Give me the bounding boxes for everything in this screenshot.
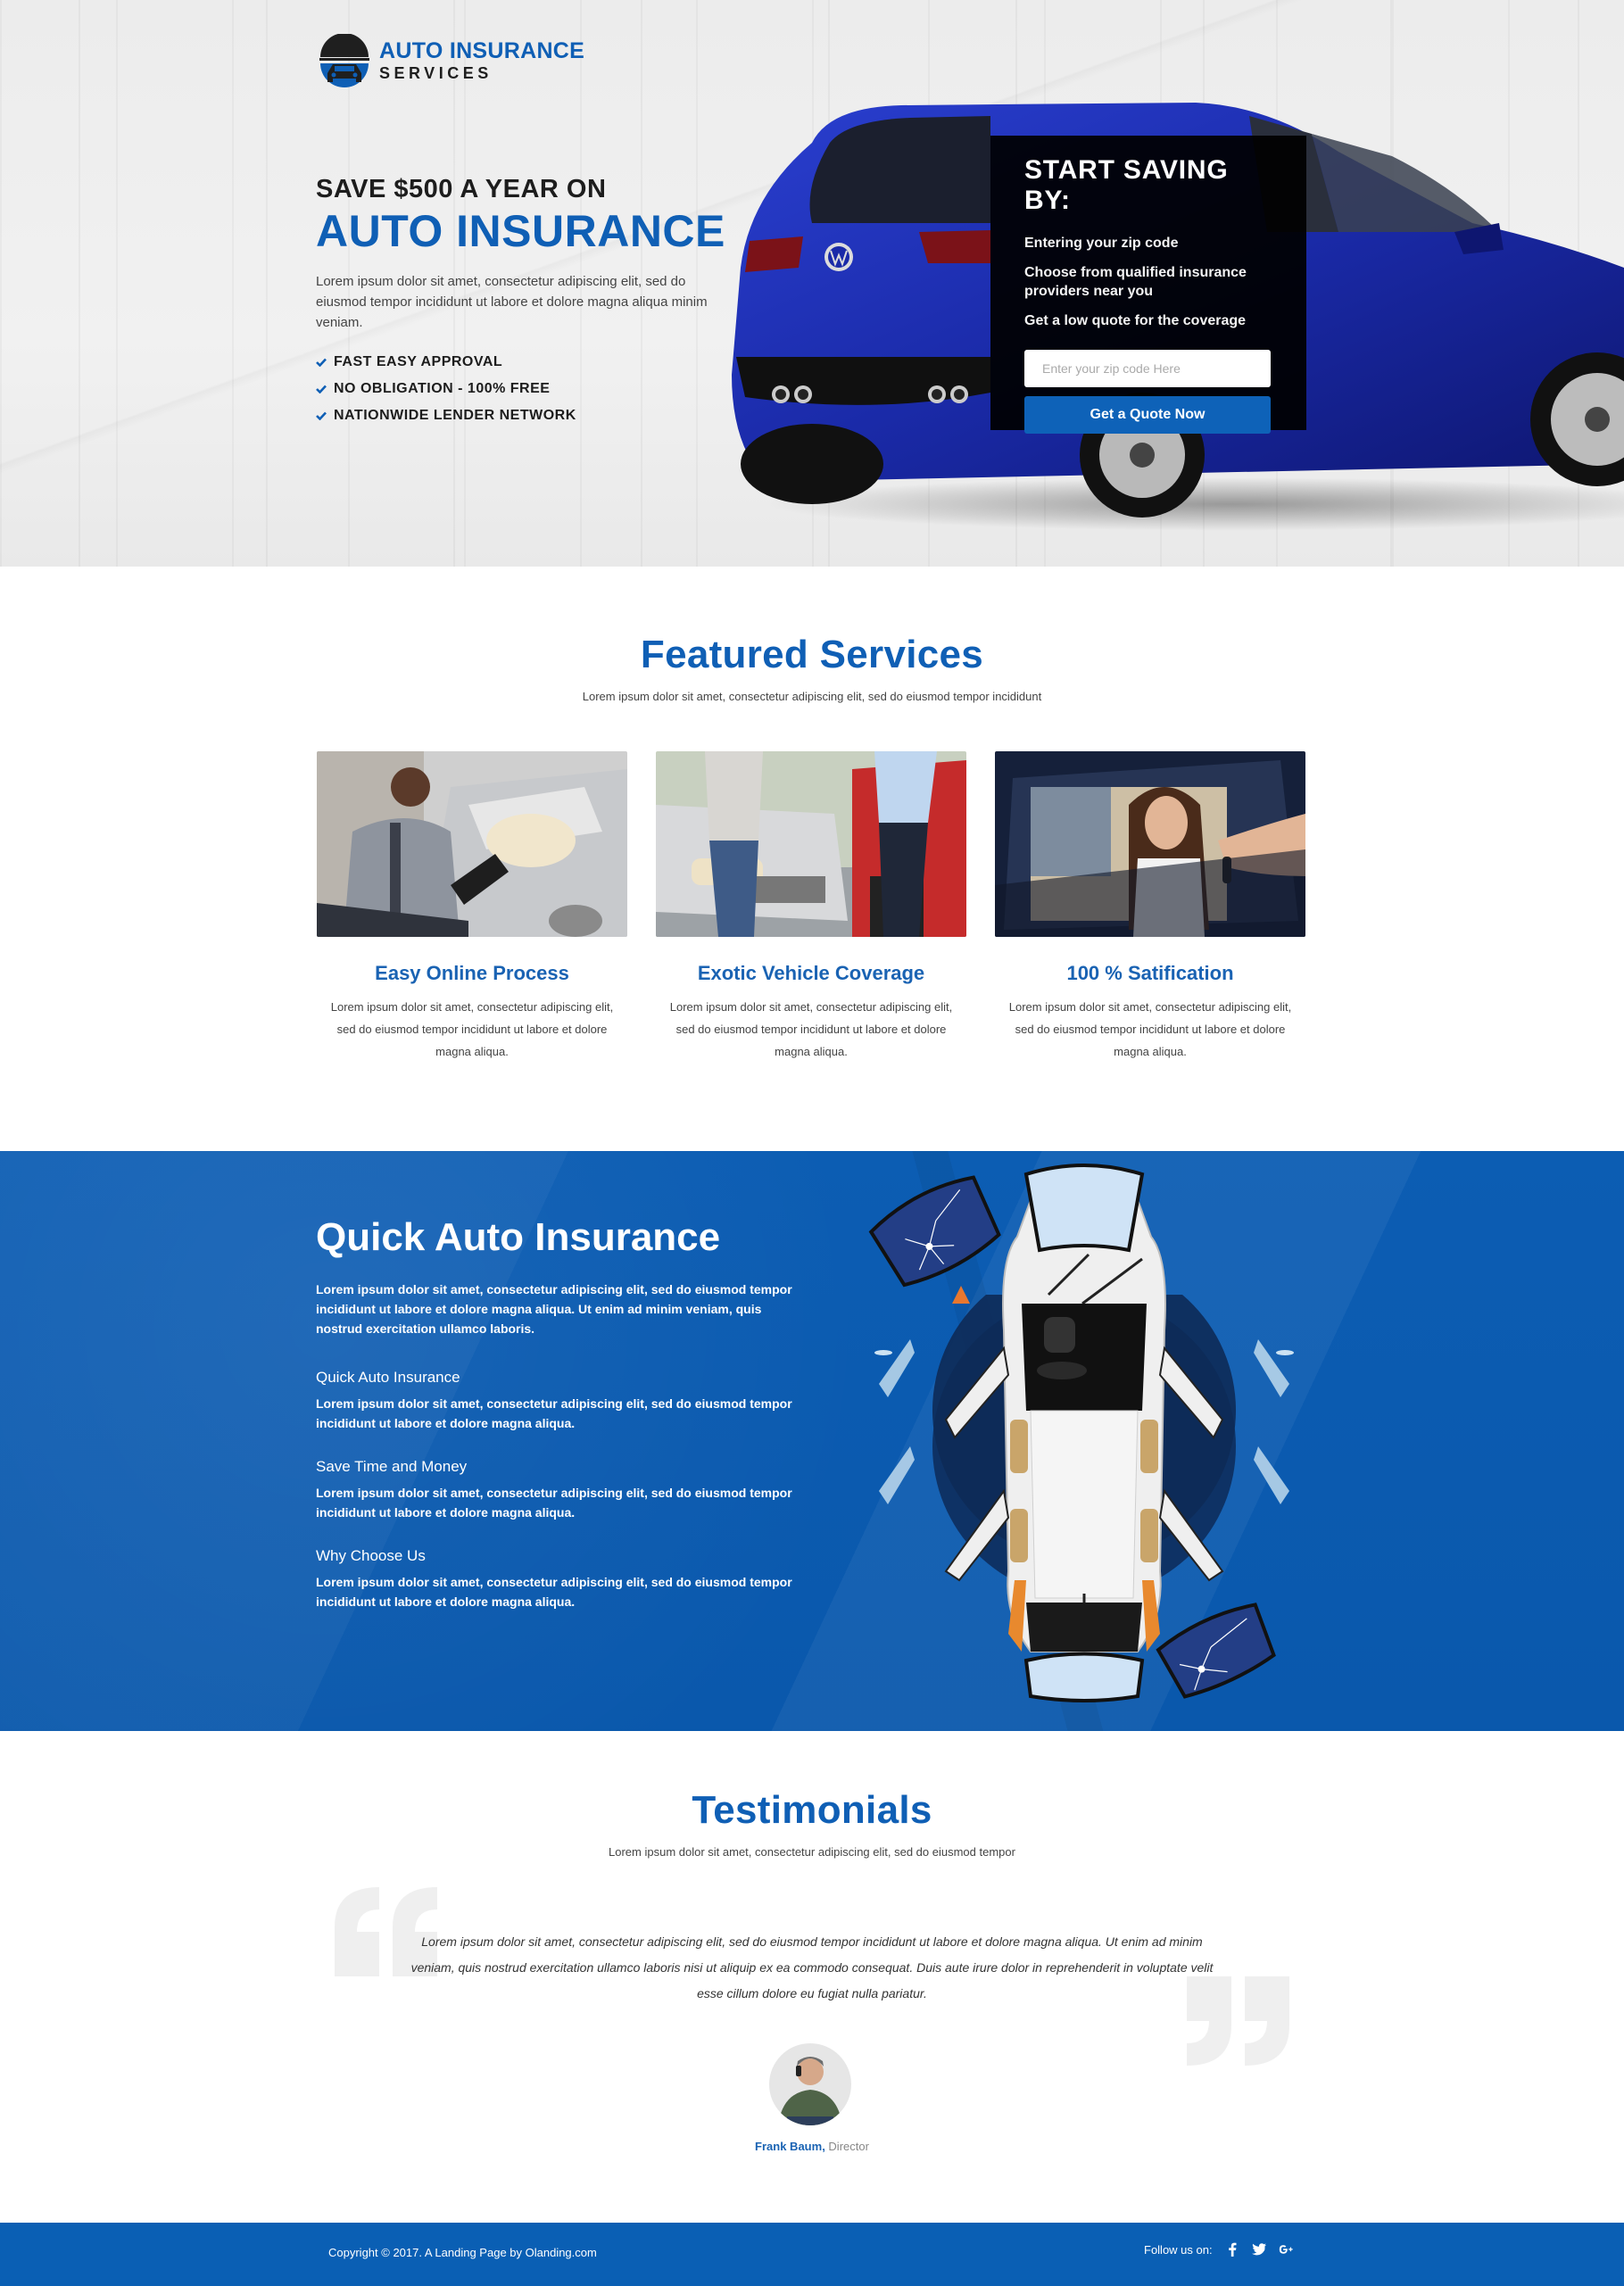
car-collision-drivers-photo — [656, 751, 966, 937]
quick-item-title: Quick Auto Insurance — [316, 1369, 460, 1386]
quick-item: Save Time and Money Lorem ipsum dolor si… — [316, 1458, 798, 1522]
quick-item-text: Lorem ipsum dolor sit amet, consectetur … — [316, 1396, 792, 1430]
hero-feature-item: FAST EASY APPROVAL — [316, 349, 735, 376]
hero-title: AUTO INSURANCE — [316, 206, 725, 256]
testimonials-subtitle: Lorem ipsum dolor sit amet, consectetur … — [609, 1845, 1015, 1859]
car-top-view-illustration — [868, 1164, 1294, 1702]
footer: Copyright © 2017. A Landing Page by Olan… — [0, 2223, 1624, 2286]
hero-feature-item: NATIONWIDE LENDER NETWORK — [316, 402, 735, 429]
quick-insurance-section: Quick Auto Insurance Lorem ipsum dolor s… — [0, 1151, 1624, 1731]
featured-title: Featured Services — [640, 633, 984, 676]
hero-feature-label: NATIONWIDE LENDER NETWORK — [334, 407, 576, 423]
twitter-icon[interactable] — [1251, 2242, 1266, 2257]
google-plus-icon[interactable] — [1279, 2242, 1293, 2257]
quick-background — [0, 1151, 1624, 1731]
check-icon — [316, 358, 327, 367]
author-name: Frank Baum — [755, 2140, 823, 2153]
hero-feature-item: NO OBLIGATION - 100% FREE — [316, 376, 735, 402]
avatar — [769, 2043, 851, 2125]
quick-item-title: Why Choose Us — [316, 1547, 426, 1564]
service-card-description: Lorem ipsum dolor sit amet, consectetur … — [330, 1000, 614, 1058]
service-card-title: 100 % Satification — [1066, 962, 1234, 984]
quick-item: Why Choose Us Lorem ipsum dolor sit amet… — [316, 1547, 798, 1611]
testimonial-author: Frank Baum, Director — [0, 2140, 1624, 2153]
service-card-description: Lorem ipsum dolor sit amet, consectetur … — [669, 1000, 953, 1058]
quote-form-title: START SAVING BY: — [1024, 155, 1229, 215]
quote-step: Choose from qualified insurance provider… — [1024, 265, 1247, 299]
hero-kicker: SAVE $500 A YEAR ON — [316, 175, 607, 203]
logo-subtitle: SERVICES — [379, 63, 493, 82]
quote-step: Entering your zip code — [1024, 236, 1179, 251]
check-icon — [316, 411, 327, 420]
quick-item-text: Lorem ipsum dolor sit amet, consectetur … — [316, 1575, 792, 1609]
hero-feature-list: FAST EASY APPROVAL NO OBLIGATION - 100% … — [316, 349, 735, 429]
copyright-text: Copyright © 2017. A Landing Page by Olan… — [328, 2246, 597, 2259]
woman-receiving-car-keys-photo — [995, 751, 1305, 937]
service-card: Easy Online Process Lorem ipsum dolor si… — [317, 751, 627, 1063]
quick-title: Quick Auto Insurance — [316, 1215, 721, 1259]
service-cards: Easy Online Process Lorem ipsum dolor si… — [317, 751, 1305, 1063]
agent-inspecting-damaged-car-photo — [317, 751, 627, 937]
featured-services-section: Featured Services Lorem ipsum dolor sit … — [0, 567, 1624, 1151]
quick-content: Quick Auto Insurance Lorem ipsum dolor s… — [316, 1215, 798, 1611]
service-card-title: Easy Online Process — [375, 962, 569, 984]
quote-form: START SAVING BY: Entering your zip code … — [990, 136, 1306, 434]
hero-section: AUTO INSURANCE SERVICES SAVE $500 A YEAR… — [0, 0, 1624, 567]
car-logo-icon — [319, 34, 369, 87]
testimonial-quote: Lorem ipsum dolor sit amet, consectetur … — [410, 1934, 1214, 2000]
quick-item: Quick Auto Insurance Lorem ipsum dolor s… — [316, 1369, 798, 1433]
zip-code-input[interactable] — [1024, 350, 1271, 387]
logo-title: AUTO INSURANCE — [379, 38, 585, 64]
service-card-title: Exotic Vehicle Coverage — [697, 962, 925, 984]
quick-intro: Lorem ipsum dolor sit amet, consectetur … — [316, 1282, 792, 1336]
hero-feature-label: FAST EASY APPROVAL — [334, 353, 503, 369]
quick-item-title: Save Time and Money — [316, 1458, 468, 1475]
check-icon — [316, 385, 327, 393]
quote-steps: Entering your zip code Choose from quali… — [1024, 234, 1272, 330]
service-card-description: Lorem ipsum dolor sit amet, consectetur … — [1008, 1000, 1292, 1058]
hero-description: Lorem ipsum dolor sit amet, consectetur … — [316, 273, 708, 330]
quick-item-text: Lorem ipsum dolor sit amet, consectetur … — [316, 1486, 792, 1520]
testimonials-title: Testimonials — [692, 1788, 932, 1832]
social-links: Follow us on: — [1144, 2242, 1293, 2257]
facebook-icon[interactable] — [1225, 2242, 1239, 2257]
featured-subtitle: Lorem ipsum dolor sit amet, consectetur … — [582, 690, 1042, 703]
service-card: Exotic Vehicle Coverage Lorem ipsum dolo… — [656, 751, 966, 1063]
logo[interactable]: AUTO INSURANCE SERVICES — [315, 34, 584, 89]
hero-feature-label: NO OBLIGATION - 100% FREE — [334, 380, 551, 396]
service-card: 100 % Satification Lorem ipsum dolor sit… — [995, 751, 1305, 1063]
hero-content: SAVE $500 A YEAR ON AUTO INSURANCE Lorem… — [316, 175, 735, 429]
quote-step: Get a low quote for the coverage — [1024, 313, 1247, 328]
get-quote-button[interactable]: Get a Quote Now — [1024, 396, 1271, 434]
follow-label: Follow us on: — [1144, 2242, 1213, 2257]
author-role: Director — [828, 2140, 869, 2153]
